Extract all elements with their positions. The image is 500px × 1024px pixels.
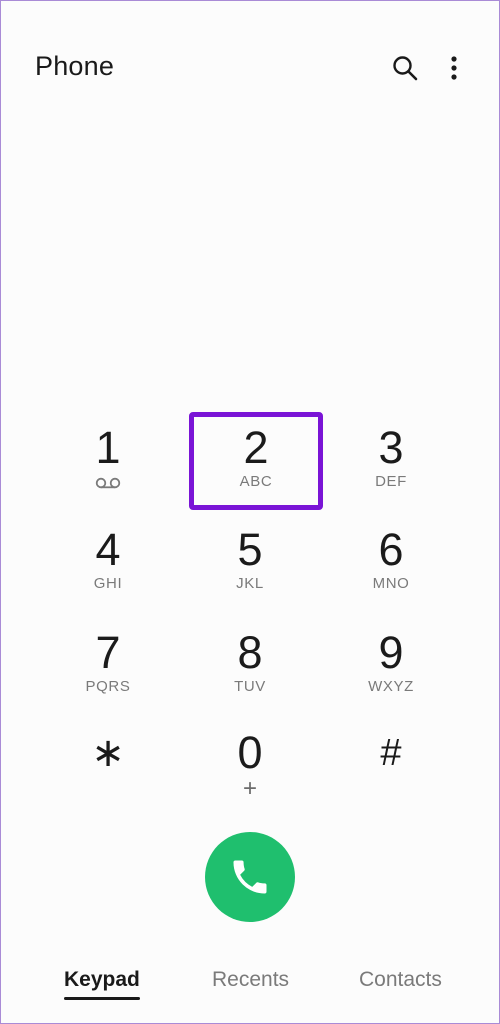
key-digit: 7 [95,627,121,678]
voicemail-icon [95,477,121,489]
key-8[interactable]: 8 TUV [184,617,316,713]
key-digit: 3 [378,422,404,473]
key-6[interactable]: 6 MNO [325,514,457,610]
more-vert-icon [451,56,457,80]
more-options-button[interactable] [436,50,472,86]
key-letters: + [242,775,257,802]
search-button[interactable] [387,50,423,86]
tab-keypad[interactable]: Keypad [64,968,140,1000]
search-icon [393,56,418,81]
key-digit: 2 [243,422,269,473]
key-5[interactable]: 5 JKL [184,514,316,610]
phone-icon [233,860,267,894]
key-letters: JKL [236,575,264,592]
key-3[interactable]: 3 DEF [325,412,457,508]
key-9[interactable]: 9 WXYZ [325,617,457,713]
key-letters: WXYZ [368,678,414,695]
key-letters: ABC [239,473,273,490]
active-tab-indicator [64,997,140,1000]
key-4[interactable]: 4 GHI [42,514,174,610]
call-button[interactable] [205,832,295,922]
key-letters: GHI [93,575,123,592]
key-digit: 1 [95,422,121,473]
key-digit: 9 [378,627,404,678]
key-digit: 0 [237,727,263,778]
key-letters: MNO [372,575,410,592]
tab-label: Contacts [359,968,442,991]
bottom-tab-bar: Keypad Recents Contacts [0,968,500,1008]
key-digit: 4 [95,524,121,575]
key-7[interactable]: 7 PQRS [42,617,174,713]
key-letters: DEF [375,473,407,490]
key-0[interactable]: 0 + [184,717,316,813]
tab-label: Recents [212,968,290,991]
key-1[interactable]: 1 [42,412,174,508]
tab-recents[interactable]: Recents [212,968,289,992]
page-title: Phone [35,51,115,81]
key-digit: 5 [237,524,263,575]
key-letters: PQRS [85,678,131,695]
tab-contacts[interactable]: Contacts [359,968,442,992]
tab-label: Keypad [64,968,140,991]
key-hash[interactable]: # [325,717,457,813]
key-digit: 6 [378,524,404,575]
key-digit: # [380,732,402,774]
key-star[interactable]: ∗ [42,717,174,813]
key-digit: ∗ [91,731,125,775]
key-digit: 8 [237,627,263,678]
key-letters: TUV [234,678,266,695]
key-2[interactable]: 2 ABC [189,412,323,510]
